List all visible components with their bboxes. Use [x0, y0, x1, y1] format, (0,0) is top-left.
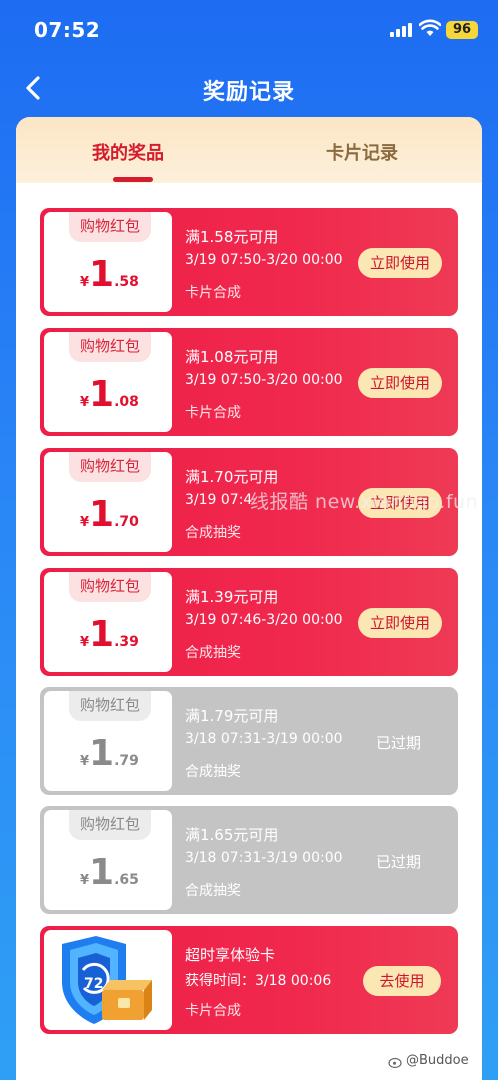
reward-card[interactable]: 购物红包 ¥1.58 满1.58元可用 3/19 07:50-3/20 00:0…	[40, 208, 458, 316]
amount-decimal: .58	[114, 274, 139, 290]
weibo-icon	[388, 1057, 402, 1069]
status-bar: 07:52 96	[0, 0, 498, 60]
coupon-amount-box: 购物红包 ¥1.39	[44, 572, 172, 672]
coupon-amount: ¥1.70	[80, 494, 139, 540]
amount-integer: 1	[89, 852, 115, 893]
amount-integer: 1	[89, 614, 115, 655]
card-obtained-time: 获得时间：3/18 00:06	[185, 973, 332, 989]
tab-my-prizes[interactable]: 我的奖品	[92, 139, 164, 165]
coupon-threshold: 满1.70元可用	[185, 468, 279, 486]
page-title: 奖励记录	[202, 80, 295, 105]
coupon-amount: ¥1.79	[80, 733, 139, 779]
coupon-type-pill: 购物红包	[69, 452, 151, 482]
experience-card-image: 72	[44, 930, 172, 1030]
coupon-threshold: 满1.65元可用	[185, 826, 279, 844]
coupon-validity: 3/18 07:31-3/19 00:00	[185, 731, 343, 747]
experience-card[interactable]: 72 超时享体验卡 获得时间：3/18 00:06 卡片合成 去使用	[40, 926, 458, 1034]
expired-label: 已过期	[376, 734, 422, 752]
coupon-validity: 3/18 07:31-3/19 00:00	[185, 850, 343, 866]
coupon-type-pill: 购物红包	[69, 212, 151, 242]
coupon-type-pill: 购物红包	[69, 332, 151, 362]
amount-decimal: .70	[114, 514, 139, 530]
go-use-button[interactable]: 去使用	[363, 966, 441, 996]
coupon-amount: ¥1.39	[80, 614, 139, 660]
coupon-threshold: 满1.79元可用	[185, 707, 279, 725]
coupon-validity: 3/19 07:46-3/20 00:00	[185, 612, 343, 628]
status-time: 07:52	[34, 18, 101, 42]
coupon-amount-box: 购物红包 ¥1.79	[44, 691, 172, 791]
coupon-type-pill: 购物红包	[69, 572, 151, 602]
wifi-icon	[419, 19, 441, 36]
tab-card-records[interactable]: 卡片记录	[326, 139, 398, 165]
coupon-amount-box: 购物红包 ¥1.70	[44, 452, 172, 552]
coupon-source: 卡片合成	[185, 285, 241, 301]
currency-symbol: ¥	[80, 515, 90, 530]
currency-symbol: ¥	[80, 395, 90, 410]
coupon-amount-box: 购物红包 ¥1.65	[44, 810, 172, 910]
currency-symbol: ¥	[80, 754, 90, 769]
amount-decimal: .65	[114, 872, 139, 888]
reward-card-expired: 购物红包 ¥1.65 满1.65元可用 3/18 07:31-3/19 00:0…	[40, 806, 458, 914]
amount-integer: 1	[89, 374, 115, 415]
reward-card-expired: 购物红包 ¥1.79 满1.79元可用 3/18 07:31-3/19 00:0…	[40, 687, 458, 795]
use-now-button[interactable]: 立即使用	[358, 368, 442, 398]
rewards-panel: 我的奖品 卡片记录 购物红包 ¥1.58 满1.58元可用 3/19 07:50…	[16, 117, 482, 1080]
amount-decimal: .79	[114, 753, 139, 769]
coupon-amount-box: 购物红包 ¥1.08	[44, 332, 172, 432]
currency-symbol: ¥	[80, 275, 90, 290]
watermark: 线报酷 new.xianbao.fun	[250, 491, 479, 513]
coupon-threshold: 满1.58元可用	[185, 228, 279, 246]
amount-decimal: .39	[114, 634, 139, 650]
use-now-button[interactable]: 立即使用	[358, 248, 442, 278]
coupon-amount: ¥1.08	[80, 374, 139, 420]
coupon-validity: 3/19 07:4	[185, 492, 253, 508]
coupon-source: 合成抽奖	[185, 764, 241, 780]
tab-bar: 我的奖品 卡片记录	[16, 117, 482, 183]
card-title: 超时享体验卡	[185, 946, 276, 964]
coupon-validity: 3/19 07:50-3/20 00:00	[185, 372, 343, 388]
card-source: 卡片合成	[185, 1003, 241, 1019]
coupon-amount: ¥1.65	[80, 852, 139, 898]
battery-icon: 96	[446, 21, 478, 39]
coupon-type-pill: 购物红包	[69, 810, 151, 840]
shield-badge-number: 72	[84, 976, 103, 992]
amount-integer: 1	[89, 254, 115, 295]
coupon-amount: ¥1.58	[80, 254, 139, 300]
active-tab-indicator	[113, 177, 153, 182]
coupon-amount-box: 购物红包 ¥1.58	[44, 212, 172, 312]
amount-integer: 1	[89, 733, 115, 774]
coupon-validity: 3/19 07:50-3/20 00:00	[185, 252, 343, 268]
currency-symbol: ¥	[80, 635, 90, 650]
coupon-source: 合成抽奖	[185, 645, 241, 661]
reward-card[interactable]: 购物红包 ¥1.08 满1.08元可用 3/19 07:50-3/20 00:0…	[40, 328, 458, 436]
coupon-threshold: 满1.39元可用	[185, 588, 279, 606]
currency-symbol: ¥	[80, 873, 90, 888]
coupon-source: 卡片合成	[185, 405, 241, 421]
expired-label: 已过期	[376, 853, 422, 871]
coupon-threshold: 满1.08元可用	[185, 348, 279, 366]
reward-card[interactable]: 购物红包 ¥1.39 满1.39元可用 3/19 07:46-3/20 00:0…	[40, 568, 458, 676]
coupon-source: 合成抽奖	[185, 525, 241, 541]
author-credit: @Buddoe	[406, 1053, 469, 1068]
cellular-signal-icon	[390, 23, 414, 37]
amount-decimal: .08	[114, 394, 139, 410]
amount-integer: 1	[89, 494, 115, 535]
coupon-type-pill: 购物红包	[69, 691, 151, 721]
coupon-source: 合成抽奖	[185, 883, 241, 899]
shield-72-icon: 72	[62, 936, 152, 1024]
use-now-button[interactable]: 立即使用	[358, 608, 442, 638]
nav-bar: 奖励记录	[0, 62, 498, 116]
